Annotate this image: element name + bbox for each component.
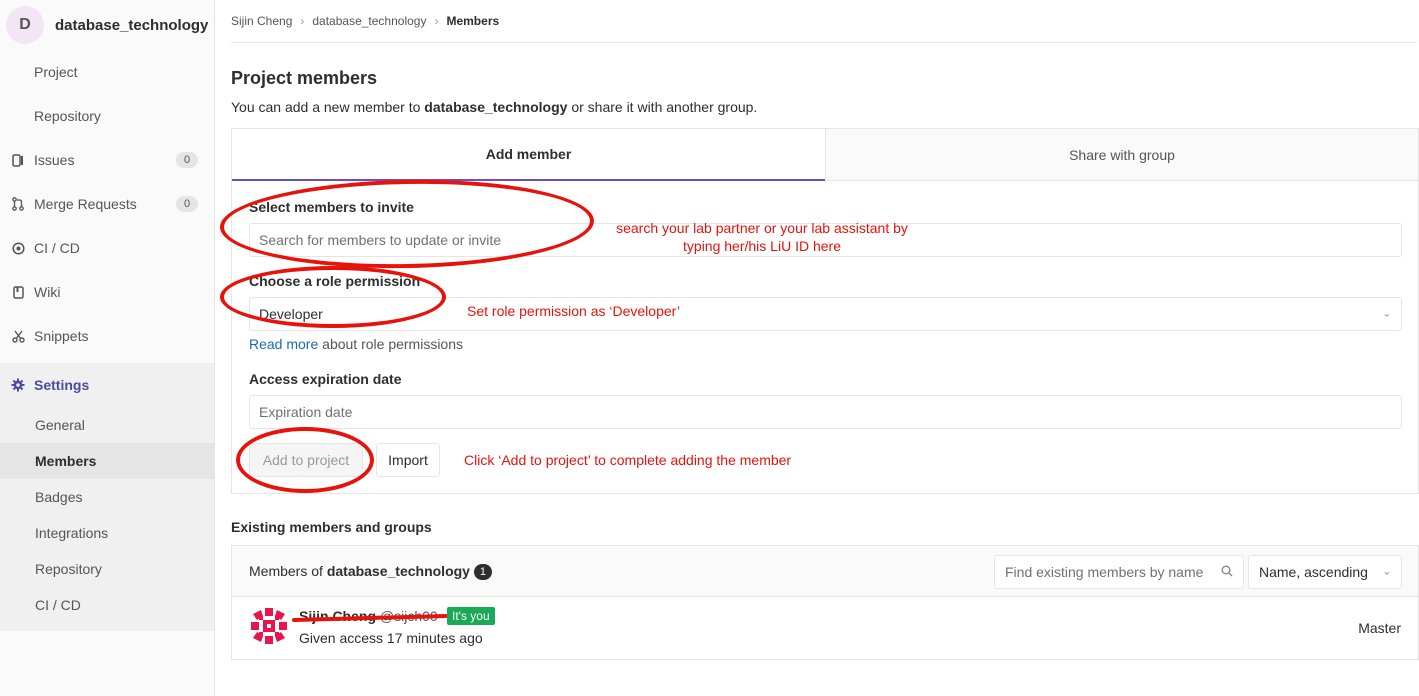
breadcrumb-project[interactable]: database_technology xyxy=(312,14,426,28)
sidebar-item-label: Repository xyxy=(34,108,101,124)
sort-select-value: Name, ascending xyxy=(1259,564,1368,580)
settings-sub-integrations[interactable]: Integrations xyxy=(0,515,214,551)
sidebar-item-repository[interactable]: Repository xyxy=(0,94,214,138)
role-label: Choose a role permission xyxy=(249,273,421,289)
expiration-date-input[interactable]: Expiration date xyxy=(249,395,1402,429)
breadcrumb-separator-icon: › xyxy=(300,14,305,28)
members-of-prefix: Members of xyxy=(249,563,327,579)
merge-request-icon xyxy=(11,197,25,211)
main-content: Sijin Cheng › database_technology › Memb… xyxy=(231,0,1419,696)
annotation-search: search your lab partner or your lab assi… xyxy=(597,219,927,255)
sidebar-item-label: Merge Requests xyxy=(34,196,137,212)
gear-icon xyxy=(11,378,25,392)
settings-group: Settings General Members Badges Integrat… xyxy=(0,363,214,631)
project-header[interactable]: D database_technology xyxy=(0,0,214,50)
tab-share-with-group[interactable]: Share with group xyxy=(825,129,1418,181)
annotation-add: Click ‘Add to project’ to complete addin… xyxy=(464,452,792,468)
project-name[interactable]: database_technology xyxy=(55,17,208,34)
role-select-value: Developer xyxy=(259,306,323,322)
sidebar-item-settings[interactable]: Settings xyxy=(0,363,214,407)
find-members-placeholder: Find existing members by name xyxy=(1005,564,1204,580)
sort-select[interactable]: Name, ascending ⌄ xyxy=(1248,555,1402,589)
breadcrumb: Sijin Cheng › database_technology › Memb… xyxy=(231,0,1417,43)
book-icon xyxy=(11,285,25,299)
settings-sub-repository[interactable]: Repository xyxy=(0,551,214,587)
member-role: Master xyxy=(1358,620,1401,636)
sidebar-item-issues[interactable]: Issues 0 xyxy=(0,138,214,182)
sidebar-item-snippets[interactable]: Snippets xyxy=(0,314,214,358)
search-icon xyxy=(1221,565,1233,580)
import-button[interactable]: Import xyxy=(376,443,440,477)
sidebar-item-label: Wiki xyxy=(34,284,61,300)
members-panel-header: Members of database_technology 1 Find exi… xyxy=(232,546,1418,597)
settings-sub-ci-cd[interactable]: CI / CD xyxy=(0,587,214,623)
merge-requests-count-badge: 0 xyxy=(176,196,198,212)
add-to-project-button[interactable]: Add to project xyxy=(249,443,363,477)
member-row: Sijin Cheng @sijch00 It's you Given acce… xyxy=(232,597,1418,659)
page-title: Project members xyxy=(231,68,378,88)
settings-sub-general[interactable]: General xyxy=(0,407,214,443)
sidebar-item-label: CI / CD xyxy=(34,240,80,256)
avatar xyxy=(249,606,289,646)
members-of-title: Members of database_technology 1 xyxy=(249,563,492,580)
add-member-panel: Add member Share with group Select membe… xyxy=(231,128,1419,494)
sidebar-item-label: Snippets xyxy=(34,328,89,344)
read-more-suffix: about role permissions xyxy=(318,336,464,352)
member-access-time: Given access 17 minutes ago xyxy=(299,630,483,646)
sidebar-item-ci-cd[interactable]: CI / CD xyxy=(0,226,214,270)
desc-prefix: You can add a new member to xyxy=(231,99,425,115)
desc-project: database_technology xyxy=(424,99,568,115)
scissors-icon xyxy=(11,329,25,343)
sidebar-item-project[interactable]: Project xyxy=(0,50,214,94)
rocket-icon xyxy=(11,241,25,255)
role-select[interactable]: Developer ⌄ xyxy=(249,297,1402,331)
sidebar-item-label: Project xyxy=(34,64,78,80)
settings-sub-members[interactable]: Members xyxy=(0,443,214,479)
read-more-link[interactable]: Read more xyxy=(249,336,318,352)
annotation-search-line2: typing her/his LiU ID here xyxy=(683,238,841,254)
existing-members-title: Existing members and groups xyxy=(231,519,432,535)
page-description: You can add a new member to database_tec… xyxy=(231,99,757,115)
members-panel: Members of database_technology 1 Find exi… xyxy=(231,545,1419,660)
desc-suffix: or share it with another group. xyxy=(567,99,758,115)
settings-sub-badges[interactable]: Badges xyxy=(0,479,214,515)
members-count-badge: 1 xyxy=(473,564,492,580)
sidebar-item-label: Settings xyxy=(34,377,90,393)
sidebar-item-wiki[interactable]: Wiki xyxy=(0,270,214,314)
breadcrumb-user[interactable]: Sijin Cheng xyxy=(231,14,292,28)
issues-icon xyxy=(11,153,25,167)
breadcrumb-current[interactable]: Members xyxy=(446,14,499,28)
annotation-role: Set role permission as ‘Developer’ xyxy=(467,303,680,319)
find-members-input[interactable]: Find existing members by name xyxy=(994,555,1244,589)
expiration-label: Access expiration date xyxy=(249,371,402,387)
breadcrumb-separator-icon: › xyxy=(434,14,439,28)
role-help-text: Read more about role permissions xyxy=(249,336,463,352)
annotation-search-line1: search your lab partner or your lab assi… xyxy=(616,220,908,236)
issues-count-badge: 0 xyxy=(176,152,198,168)
its-you-badge: It's you xyxy=(447,607,495,625)
sidebar: D database_technology Project Repository… xyxy=(0,0,215,696)
members-of-project: database_technology xyxy=(326,563,470,579)
project-avatar: D xyxy=(6,6,44,44)
tab-add-member[interactable]: Add member xyxy=(232,129,825,181)
sidebar-item-label: Issues xyxy=(34,152,75,168)
chevron-down-icon: ⌄ xyxy=(1382,308,1391,320)
invite-label: Select members to invite xyxy=(249,199,414,215)
chevron-down-icon: ⌄ xyxy=(1382,566,1391,578)
sidebar-item-merge-requests[interactable]: Merge Requests 0 xyxy=(0,182,214,226)
